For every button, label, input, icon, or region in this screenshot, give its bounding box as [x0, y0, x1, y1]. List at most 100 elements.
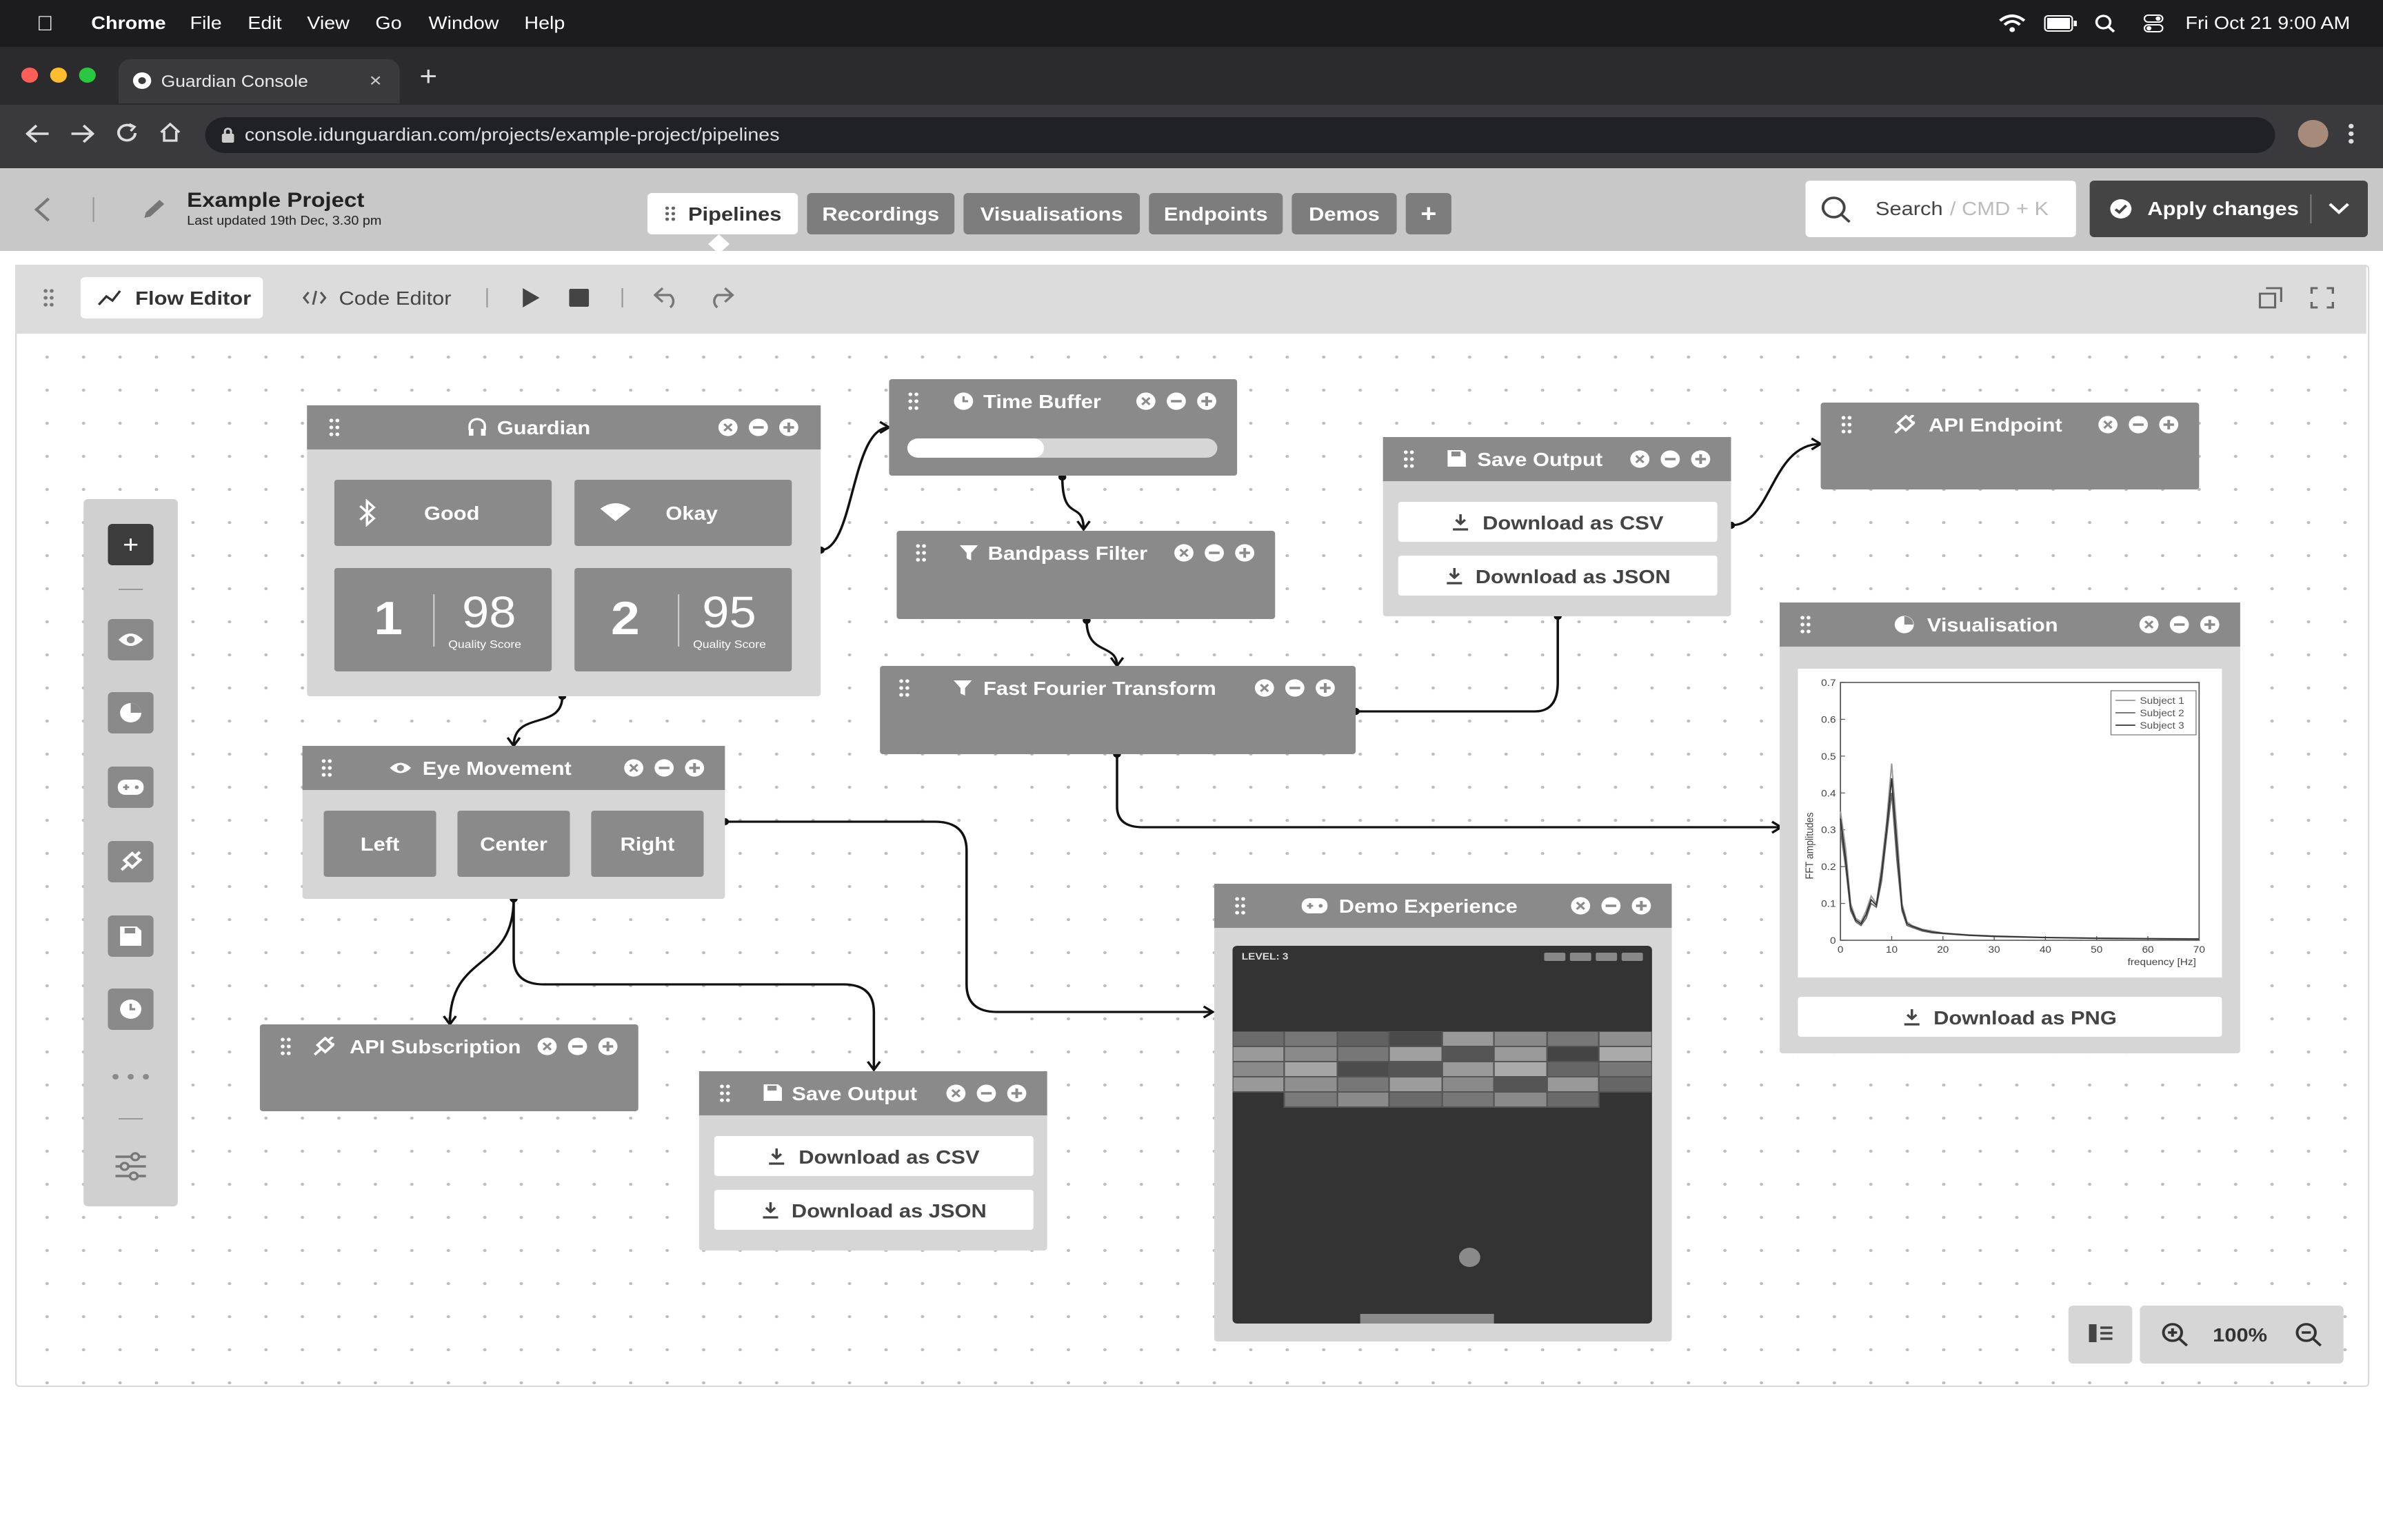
node-drag-handle-icon[interactable]	[321, 758, 333, 778]
sidebar-item-save[interactable]	[108, 915, 154, 957]
sidebar-item-chart[interactable]	[108, 692, 154, 733]
more-icon[interactable]	[111, 1073, 150, 1081]
node-drag-handle-icon[interactable]	[915, 543, 927, 563]
wire-saveoutput-apiendpoint	[1731, 443, 1821, 527]
node-drag-handle-icon[interactable]	[1402, 449, 1415, 469]
breakout-game-screen[interactable]: LEVEL: 3	[1232, 946, 1652, 1324]
channel-2-quality: 2 95 Quality Score	[574, 568, 792, 671]
node-guardian[interactable]: Guardian Good Okay 1 98 Quality Score 2 …	[307, 405, 821, 696]
node-controls[interactable]	[1254, 678, 1345, 698]
node-drag-handle-icon[interactable]	[1800, 615, 1812, 634]
eye-center-indicator: Center	[457, 811, 570, 877]
game-paddle[interactable]	[1360, 1314, 1494, 1324]
download-json-button[interactable]: Download as JSON	[1398, 556, 1718, 596]
node-save-output-bottom[interactable]: Save Output Download as CSV Download as …	[698, 1071, 1047, 1250]
zoom-controls: 100%	[2140, 1306, 2344, 1364]
buffer-progress-fill	[907, 438, 1044, 458]
node-controls[interactable]	[717, 418, 808, 437]
node-guardian-header[interactable]: Guardian	[307, 405, 821, 449]
sidebar-item-game[interactable]	[108, 767, 154, 808]
sidebar-item-plug[interactable]	[108, 841, 154, 882]
wire-guardian-timebuffer	[820, 426, 889, 551]
quality-score: 95	[702, 587, 756, 637]
node-api-endpoint[interactable]: API Endpoint	[1820, 403, 2200, 489]
sidebar-item-clock[interactable]	[108, 989, 154, 1030]
zoom-out-icon[interactable]	[2295, 1322, 2322, 1347]
download-png-button[interactable]: Download as PNG	[1798, 997, 2222, 1037]
node-drag-handle-icon[interactable]	[898, 678, 911, 698]
node-demo-header[interactable]: Demo Experience	[1214, 884, 1672, 928]
node-drag-handle-icon[interactable]	[328, 418, 341, 437]
zoom-in-icon[interactable]	[2161, 1322, 2189, 1347]
quality-score: 98	[462, 587, 516, 637]
download-icon	[1454, 514, 1469, 531]
x-tick-label: 70	[2193, 945, 2205, 955]
node-time-buffer-header[interactable]: Time Buffer	[889, 379, 1237, 423]
wire-fft-saveoutput	[1356, 616, 1559, 713]
node-controls[interactable]	[945, 1084, 1036, 1103]
x-tick-label: 0	[1838, 945, 1844, 955]
node-save-output-top[interactable]: Save Output Download as CSV Download as …	[1382, 437, 1731, 616]
y-axis-label: FFT amplitudes	[1804, 813, 1816, 880]
eye-icon	[390, 762, 412, 773]
node-controls[interactable]	[1135, 392, 1226, 411]
fft-chart-panel: 0 10 20 30 40 50 60 70 0 0.1 0.2 0.3 0.4 0.5 0.6 0.7 fre…	[1798, 669, 2222, 977]
wifi-status-label: Okay	[665, 502, 718, 524]
y-tick-label: 0.3	[1821, 825, 1836, 835]
node-controls[interactable]	[2098, 415, 2189, 434]
node-title: Fast Fourier Transform	[983, 677, 1216, 699]
node-controls[interactable]	[2138, 615, 2229, 634]
y-tick-label: 0.4	[1821, 789, 1836, 799]
add-node-button[interactable]: +	[108, 524, 154, 565]
game-level-label: LEVEL: 3	[1241, 953, 1289, 962]
plug-icon	[1894, 415, 1916, 434]
node-api-subscription-header[interactable]: API Subscription	[260, 1024, 639, 1068]
channel-number: 2	[611, 593, 640, 645]
node-save-output-header[interactable]: Save Output	[698, 1071, 1047, 1115]
download-csv-button[interactable]: Download as CSV	[1398, 502, 1718, 542]
node-controls[interactable]	[536, 1037, 627, 1056]
wire-timebuffer-bandpass	[1060, 476, 1085, 530]
save-icon	[763, 1084, 783, 1101]
node-save-output-header[interactable]: Save Output	[1382, 437, 1731, 481]
node-drag-handle-icon[interactable]	[907, 392, 920, 411]
node-title: API Endpoint	[1929, 414, 2062, 436]
node-drag-handle-icon[interactable]	[1840, 415, 1853, 434]
channel-1-quality: 1 98 Quality Score	[334, 568, 552, 671]
download-json-button[interactable]: Download as JSON	[714, 1190, 1034, 1230]
download-png-label: Download as PNG	[1933, 1006, 2117, 1028]
node-controls[interactable]	[623, 758, 714, 778]
sliders-icon[interactable]	[112, 1150, 149, 1183]
quality-score-label: Quality Score	[693, 638, 766, 651]
node-bandpass-filter[interactable]: Bandpass Filter	[896, 531, 1276, 619]
node-title: Save Output	[792, 1082, 918, 1104]
node-bandpass-header[interactable]: Bandpass Filter	[896, 531, 1275, 575]
download-json-label: Download as JSON	[791, 1199, 987, 1221]
node-fft-header[interactable]: Fast Fourier Transform	[880, 666, 1356, 710]
node-visualisation[interactable]: Visualisation 0 10 20 30 40 50 60 70 0 0.1 0.2 0.3 0…	[1780, 602, 2240, 1053]
node-time-buffer[interactable]: Time Buffer	[889, 379, 1238, 476]
wifi-status: Okay	[574, 480, 792, 546]
pie-chart-icon	[120, 703, 141, 722]
node-api-endpoint-header[interactable]: API Endpoint	[1821, 403, 2200, 447]
sidebar-item-eye[interactable]	[108, 619, 154, 660]
node-demo-experience[interactable]: Demo Experience LEVEL: 3	[1214, 884, 1672, 1341]
node-drag-handle-icon[interactable]	[719, 1084, 732, 1103]
node-api-subscription[interactable]: API Subscription	[259, 1024, 639, 1111]
legend-label: Subject 2	[2140, 709, 2184, 719]
download-csv-button[interactable]: Download as CSV	[714, 1136, 1034, 1176]
bluetooth-status: Good	[334, 480, 552, 546]
download-icon	[1904, 1009, 1920, 1026]
node-controls[interactable]	[1174, 543, 1265, 563]
node-fft[interactable]: Fast Fourier Transform	[880, 666, 1356, 754]
node-eye-movement-header[interactable]: Eye Movement	[302, 746, 725, 790]
game-lives	[1544, 953, 1643, 961]
bluetooth-status-label: Good	[423, 502, 480, 524]
node-controls[interactable]	[1570, 896, 1661, 915]
node-controls[interactable]	[1629, 449, 1720, 469]
zoom-level: 100%	[2213, 1324, 2268, 1346]
node-drag-handle-icon[interactable]	[280, 1037, 292, 1056]
node-visualisation-header[interactable]: Visualisation	[1780, 602, 2240, 647]
minimap-toggle-button[interactable]	[2068, 1306, 2133, 1364]
node-drag-handle-icon[interactable]	[1234, 896, 1247, 915]
